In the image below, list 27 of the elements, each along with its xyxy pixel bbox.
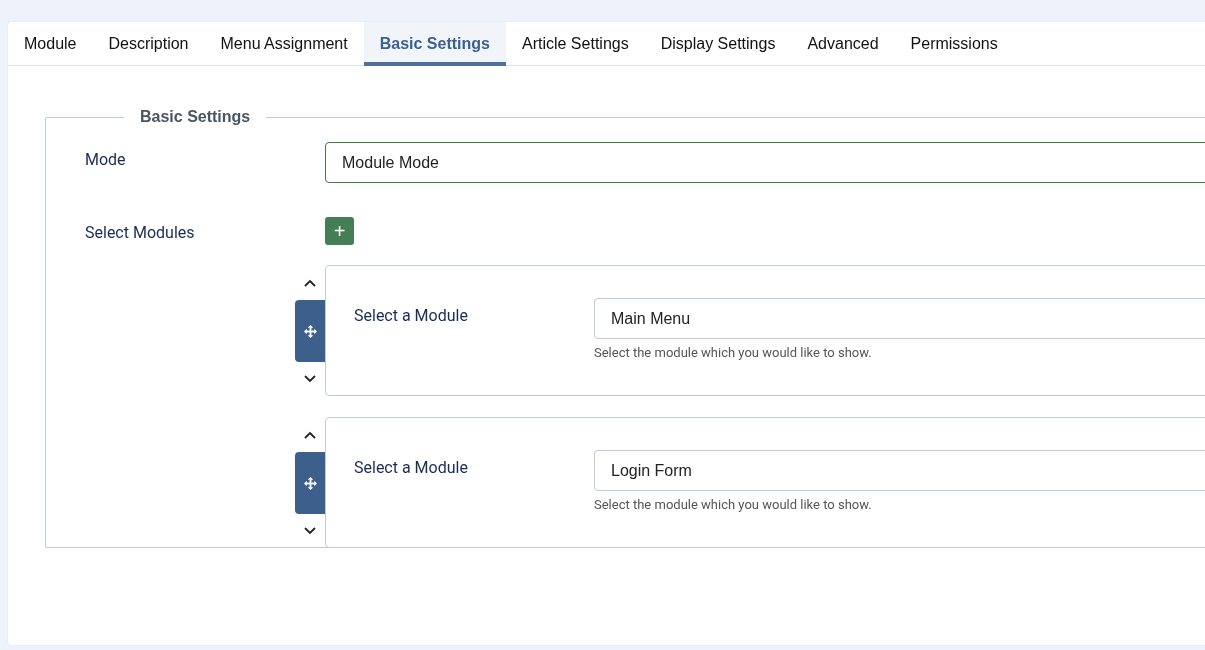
module-select[interactable]: Login Form	[594, 450, 1205, 491]
field-label: Select a Module	[354, 305, 469, 327]
field-label: Mode	[85, 149, 127, 169]
chevron-up-icon[interactable]	[304, 431, 316, 439]
chevron-down-icon[interactable]	[304, 527, 316, 535]
field-label: Select Modules	[85, 222, 196, 242]
module-select[interactable]: Main Menu	[594, 298, 1205, 339]
field-label: Select a Module	[354, 457, 469, 479]
tab[interactable]: Description	[92, 22, 205, 66]
tab[interactable]: Advanced	[791, 22, 895, 66]
move-icon	[303, 476, 317, 490]
tab[interactable]: Basic Settings	[363, 22, 506, 66]
chevron-up-icon[interactable]	[304, 279, 316, 287]
fieldset-legend: Basic Settings	[124, 108, 267, 126]
help-text: Select the module which you would like to show.	[594, 345, 873, 360]
drag-handle[interactable]	[295, 300, 325, 362]
help-text: Select the module which you would like to show.	[594, 497, 873, 512]
move-icon	[303, 324, 317, 338]
drag-handle[interactable]	[295, 452, 325, 514]
tab[interactable]: Article Settings	[505, 22, 645, 66]
tab[interactable]: Permissions	[894, 22, 1014, 66]
chevron-down-icon[interactable]	[304, 375, 316, 383]
mode-select[interactable]: Module Mode	[325, 142, 1205, 183]
tab[interactable]: Display Settings	[644, 22, 792, 66]
tab[interactable]: Menu Assignment	[204, 22, 364, 66]
add-button[interactable]: +	[325, 217, 354, 245]
tab[interactable]: Module	[8, 22, 93, 66]
